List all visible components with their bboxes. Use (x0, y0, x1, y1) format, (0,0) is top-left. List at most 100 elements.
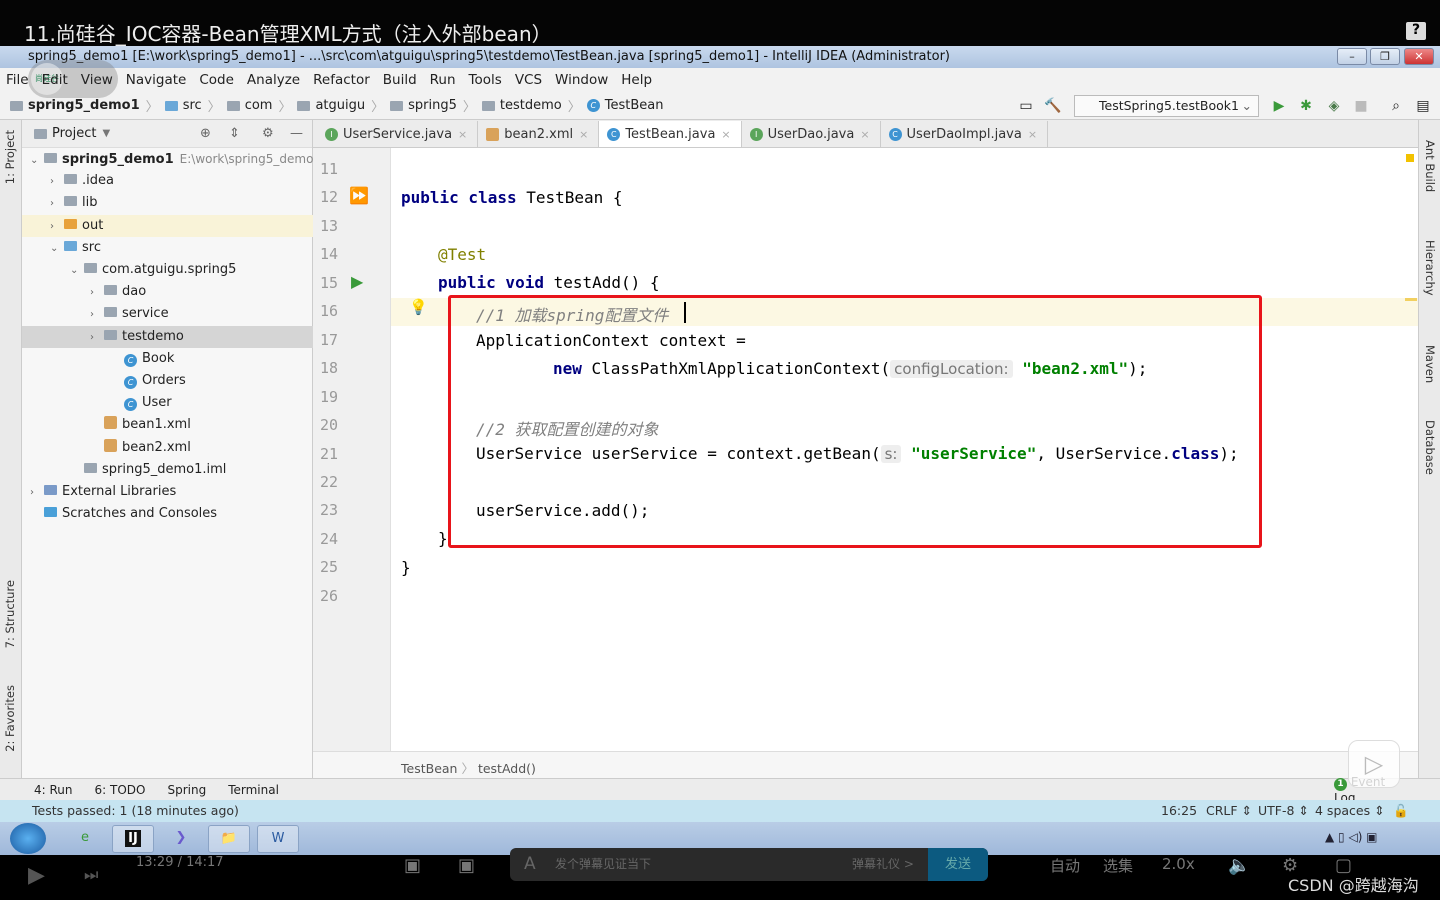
danmu-settings-icon[interactable]: ▣ (458, 855, 475, 876)
close-button[interactable]: ✕ (1404, 48, 1434, 65)
close-tab-icon[interactable]: × (1028, 128, 1037, 141)
status-message[interactable]: Tests passed: 1 (18 minutes ago) (32, 803, 239, 818)
crumb-atguigu[interactable]: atguigu (297, 98, 365, 113)
episodes-button[interactable]: 选集 (1103, 855, 1133, 876)
chevron-right-icon[interactable]: › (50, 193, 64, 215)
tree-item[interactable]: ⌄ src (22, 237, 313, 259)
tab-userservice[interactable]: I UserService.java × (317, 121, 479, 147)
tab-hierarchy[interactable]: Hierarchy (1423, 240, 1437, 296)
chevron-down-icon[interactable]: ⌄ (50, 238, 64, 260)
indent[interactable]: 4 spaces ⇕ (1315, 800, 1385, 822)
browser-icon[interactable]: e (64, 825, 106, 853)
hide-icon[interactable]: — (290, 126, 303, 141)
danmu-toggle-icon[interactable]: ▣ (404, 855, 421, 876)
crumb-module[interactable]: spring5_demo1 (10, 98, 140, 113)
tree-item[interactable]: › out (22, 214, 313, 238)
tree-item[interactable]: › service (22, 303, 313, 325)
collapse-icon[interactable]: ⇕ (229, 126, 240, 141)
tree-item[interactable]: ⌄ spring5_demo1 E:\work\spring5_demo1 (22, 148, 321, 170)
tree-item[interactable]: › testdemo (22, 325, 313, 349)
tree-item[interactable]: › dao (22, 281, 313, 303)
crumb-src[interactable]: src (164, 98, 202, 113)
run-test-icon[interactable]: ▶ (351, 272, 363, 291)
system-tray-icons[interactable]: ▲ ▯ ◁) ▣ (1325, 830, 1378, 844)
app-icon[interactable]: ❯ (160, 825, 202, 853)
menu-tools[interactable]: Tools (469, 72, 502, 88)
play-icon[interactable]: ▶ (28, 863, 45, 888)
send-danmu-button[interactable]: 发送 (928, 848, 988, 881)
run-configuration-select[interactable]: TestSpring5.testBook1 ⌄ (1074, 95, 1259, 117)
danmu-etiquette-link[interactable]: 弹幕礼仪 > (852, 848, 914, 881)
chevron-right-icon[interactable]: › (30, 482, 44, 504)
menu-analyze[interactable]: Analyze (247, 72, 300, 88)
speed-button[interactable]: 2.0x (1162, 855, 1195, 873)
tree-item[interactable]: bean1.xml (22, 414, 313, 436)
tab-bean2-xml[interactable]: bean2.xml × (478, 121, 600, 147)
menu-refactor[interactable]: Refactor (313, 72, 370, 88)
tree-item[interactable]: ⌄ com.atguigu.spring5 (22, 259, 313, 281)
crumb-class[interactable]: TestBean (401, 761, 457, 776)
tab-userdaoimpl[interactable]: C UserDaoImpl.java × (881, 121, 1049, 147)
build-hammer-icon[interactable]: 🔨 (1044, 97, 1062, 115)
tab-project[interactable]: 1: Project (3, 130, 17, 184)
chevron-right-icon[interactable]: › (50, 171, 64, 193)
minimize-button[interactable]: – (1337, 48, 1367, 65)
tree-item[interactable]: C Book (22, 348, 313, 370)
tab-structure[interactable]: 7: Structure (3, 580, 17, 648)
tree-item[interactable]: bean2.xml (22, 437, 313, 459)
tree-item[interactable]: › .idea (22, 170, 313, 192)
start-button-icon[interactable] (10, 823, 46, 854)
menu-edit[interactable]: Edit (42, 72, 68, 88)
chevron-right-icon[interactable]: › (90, 282, 104, 304)
encoding[interactable]: UTF-8 ⇕ (1258, 800, 1309, 822)
chevron-right-icon[interactable]: › (90, 327, 104, 349)
tool-terminal[interactable]: Terminal (228, 783, 279, 797)
tree-item[interactable]: C Orders (22, 370, 313, 392)
close-tab-icon[interactable]: × (579, 128, 588, 141)
tab-ant-build[interactable]: Ant Build (1423, 140, 1437, 192)
chevron-right-icon[interactable]: › (50, 216, 64, 238)
close-tab-icon[interactable]: × (860, 128, 869, 141)
tab-maven[interactable]: Maven (1423, 345, 1437, 383)
danmu-input[interactable]: A 发个弹幕见证当下 弹幕礼仪 > (510, 848, 988, 881)
menu-run[interactable]: Run (430, 72, 456, 88)
quality-button[interactable]: 自动 (1050, 855, 1080, 876)
tab-testbean[interactable]: C TestBean.java × (599, 121, 742, 147)
volume-icon[interactable]: 🔈 (1228, 855, 1250, 876)
search-icon[interactable]: ⌕ (1387, 97, 1405, 115)
word-icon[interactable]: W (257, 825, 299, 853)
crumb-testdemo[interactable]: testdemo (481, 98, 562, 113)
chevron-down-icon[interactable]: ▼ (102, 128, 110, 139)
tree-item[interactable]: › lib (22, 192, 313, 214)
gear-icon[interactable]: ⚙ (262, 126, 274, 141)
menu-navigate[interactable]: Navigate (126, 72, 187, 88)
caret-position[interactable]: 16:25 (1161, 800, 1197, 822)
maximize-button[interactable]: ❐ (1370, 48, 1400, 65)
next-icon[interactable]: ⏭ (84, 865, 98, 885)
menu-help[interactable]: Help (621, 72, 652, 88)
menu-vcs[interactable]: VCS (515, 72, 542, 88)
line-separator[interactable]: CRLF ⇕ (1206, 800, 1252, 822)
menu-code[interactable]: Code (199, 72, 234, 88)
coverage-icon[interactable]: ◈ (1325, 97, 1343, 115)
menu-file[interactable]: File (6, 72, 29, 88)
intellij-taskbar-icon[interactable]: IJ (112, 825, 154, 853)
locate-icon[interactable]: ⊕ (200, 126, 211, 141)
help-icon[interactable]: ? (1406, 22, 1426, 40)
crumb-spring5[interactable]: spring5 (390, 98, 457, 113)
close-tab-icon[interactable]: × (721, 128, 730, 141)
menu-build[interactable]: Build (383, 72, 417, 88)
crumb-testbean[interactable]: C TestBean (586, 98, 664, 113)
debug-icon[interactable]: ✱ (1297, 97, 1315, 115)
chevron-down-icon[interactable]: ⌄ (70, 260, 84, 282)
tree-item[interactable]: spring5_demo1.iml (22, 459, 313, 481)
menu-view[interactable]: View (81, 72, 113, 88)
run-class-icon[interactable]: ⏩ (349, 186, 369, 205)
tool-todo[interactable]: 6: TODO (95, 783, 146, 797)
close-tab-icon[interactable]: × (458, 128, 467, 141)
tree-item[interactable]: C User (22, 392, 313, 414)
stop-icon[interactable]: ■ (1352, 97, 1370, 115)
tab-database[interactable]: Database (1423, 420, 1437, 475)
project-view-select[interactable]: Project (52, 126, 96, 141)
menu-window[interactable]: Window (555, 72, 608, 88)
